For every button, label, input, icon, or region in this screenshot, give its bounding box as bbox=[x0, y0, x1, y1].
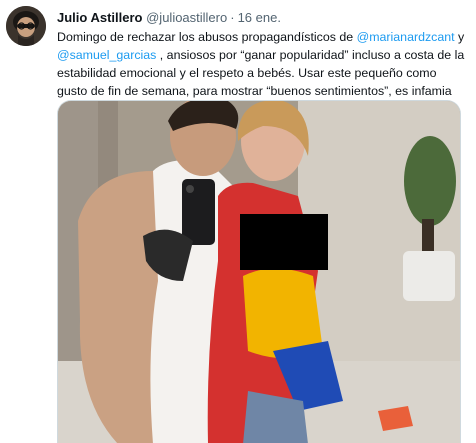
mention-link-marianardzcant[interactable]: @marianardzcant bbox=[357, 30, 455, 44]
tweet-text-part1: Domingo de rechazar los abusos propagand… bbox=[57, 30, 357, 44]
author-name[interactable]: Julio Astillero bbox=[57, 10, 142, 25]
tweet-body: Domingo de rechazar los abusos propagand… bbox=[57, 28, 467, 100]
tweet-text-part2: y bbox=[454, 30, 465, 44]
author-avatar[interactable] bbox=[6, 6, 46, 46]
tweet-photo[interactable] bbox=[57, 100, 461, 443]
tweet-timestamp[interactable]: 16 ene. bbox=[238, 10, 281, 25]
tweet-card[interactable]: Julio Astillero @julioastillero · 16 ene. … bbox=[0, 0, 476, 443]
photo-image-icon bbox=[58, 101, 460, 443]
mention-link-samuel-garcias[interactable]: @samuel_garcias bbox=[57, 48, 156, 62]
tweet-header: Julio Astillero @julioastillero · 16 ene. bbox=[57, 10, 281, 26]
censor-box bbox=[240, 214, 328, 270]
author-handle[interactable]: @julioastillero bbox=[146, 10, 227, 25]
header-separator: · bbox=[230, 10, 235, 25]
avatar-portrait-icon bbox=[6, 6, 46, 46]
